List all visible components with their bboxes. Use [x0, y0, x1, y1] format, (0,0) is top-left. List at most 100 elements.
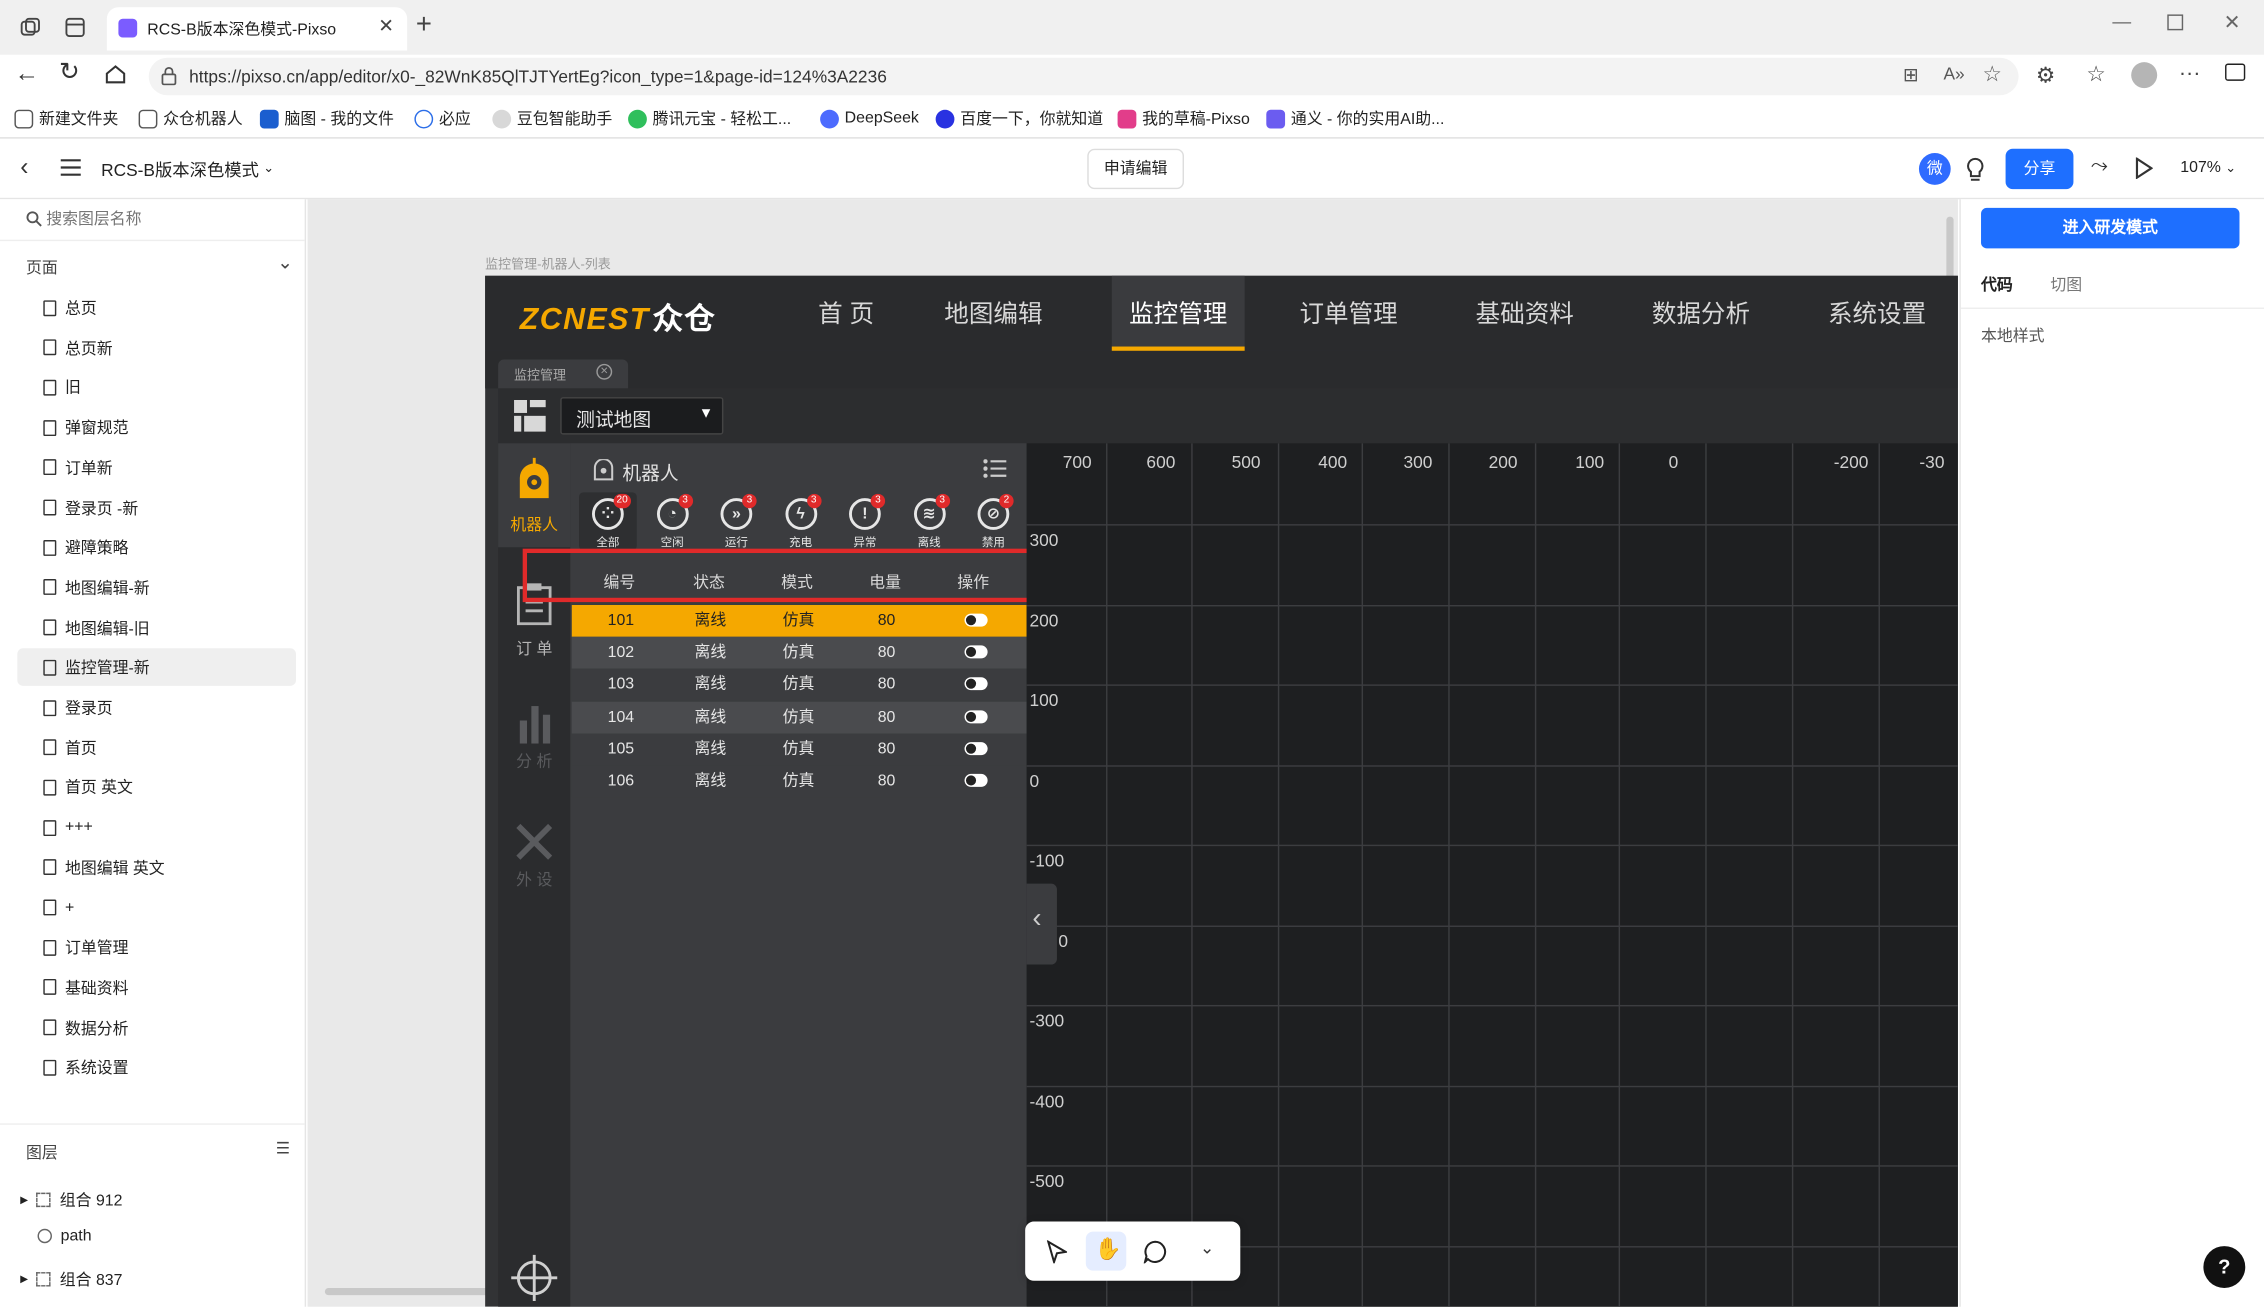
bookmark-item[interactable]: 我的草稿-Pixso	[1117, 105, 1250, 131]
page-item[interactable]: 登录页 -新	[17, 489, 296, 527]
bookmark-item[interactable]: 豆包智能助手	[492, 105, 612, 131]
help-button[interactable]: ?	[2203, 1246, 2246, 1288]
table-row[interactable]: 105 离线 仿真 80	[571, 733, 1027, 765]
locate-icon[interactable]	[511, 1254, 558, 1301]
bookmark-item[interactable]: DeepSeek	[820, 105, 919, 131]
filter-disabled[interactable]: ⊘ 2 禁用	[965, 492, 1023, 550]
favorite-star-icon[interactable]: ☆	[1982, 61, 2001, 87]
page-item[interactable]: 登录页	[17, 689, 296, 727]
tab-actions-icon[interactable]	[65, 17, 85, 38]
back-icon[interactable]: ‹	[20, 153, 28, 182]
expand-arrow-icon[interactable]: ▶	[20, 1274, 28, 1285]
table-row[interactable]: 104 离线 仿真 80	[571, 701, 1027, 733]
page-item[interactable]: 地图编辑-新	[17, 569, 296, 607]
tools-icon[interactable]	[514, 822, 554, 862]
filter-offline[interactable]: ≋ 3 离线	[900, 492, 958, 550]
back-icon[interactable]: ←	[14, 59, 39, 88]
filter-error[interactable]: ! 3 异常	[836, 492, 894, 550]
new-tab-icon[interactable]: +	[416, 10, 432, 42]
profile-avatar[interactable]	[2131, 62, 2158, 89]
filter-all[interactable]: ⁘ 20 全部	[579, 492, 637, 551]
workspaces-icon[interactable]	[20, 17, 40, 37]
page-item[interactable]: 避障策略	[17, 529, 296, 567]
table-row[interactable]: 103 离线 仿真 80	[571, 669, 1027, 701]
enable-toggle[interactable]	[964, 613, 988, 627]
page-item[interactable]: 订单新	[17, 449, 296, 487]
bookmark-item[interactable]: 新建文件夹	[14, 105, 118, 131]
tab-slices[interactable]: 切图	[2050, 273, 2082, 296]
lightbulb-icon[interactable]	[1965, 157, 1985, 182]
file-name[interactable]: RCS-B版本深色模式 ⌄	[101, 157, 274, 182]
page-item[interactable]: +	[17, 889, 296, 927]
layer-search-input[interactable]	[46, 206, 292, 233]
bookmark-item[interactable]: 脑图 - 我的文件	[259, 105, 394, 131]
home-icon[interactable]	[104, 64, 127, 86]
bookmark-item[interactable]: 百度一下，你就知道	[935, 105, 1103, 131]
layer-row[interactable]: path	[37, 1227, 92, 1245]
extensions-icon[interactable]: ⚙	[2036, 62, 2055, 89]
page-item[interactable]: 数据分析	[17, 1009, 296, 1047]
nav-map-edit[interactable]: 地图编辑	[941, 276, 1045, 351]
side-menu-label[interactable]: 订 单	[498, 637, 570, 660]
more-menu-icon[interactable]: ···	[2179, 61, 2201, 86]
layer-sort-icon[interactable]: ☰	[276, 1139, 290, 1158]
enable-toggle[interactable]	[964, 709, 988, 723]
favorites-icon[interactable]: ☆	[2086, 61, 2105, 87]
expand-arrow-icon[interactable]: ▶	[20, 1194, 28, 1206]
page-item[interactable]: +++	[17, 809, 296, 847]
page-item[interactable]: 订单管理	[17, 929, 296, 967]
tab-code[interactable]: 代码	[1981, 273, 2013, 296]
page-item[interactable]: 地图编辑 英文	[17, 849, 296, 887]
more-tools-icon[interactable]: ⌄	[1200, 1237, 1215, 1257]
filter-running[interactable]: » 3 运行	[708, 492, 766, 550]
filter-charging[interactable]: ϟ 3 充电	[772, 492, 830, 550]
map-select[interactable]: 测试地图 ▼	[560, 397, 724, 435]
dev-mode-button[interactable]: 进入研发模式	[1981, 207, 2240, 249]
nav-orders[interactable]: 订单管理	[1297, 276, 1401, 351]
minimize-icon[interactable]: —	[2112, 10, 2131, 32]
nav-monitor[interactable]: 监控管理	[1111, 275, 1245, 351]
enable-toggle[interactable]	[964, 741, 988, 755]
browser-tab-active[interactable]: RCS-B版本深色模式-Pixso ✕	[106, 7, 408, 51]
enable-toggle[interactable]	[964, 773, 988, 787]
nav-home[interactable]: 首 页	[809, 276, 884, 351]
filter-idle[interactable]: ◔ 3 空闲	[643, 492, 701, 550]
list-view-icon[interactable]	[983, 459, 1007, 478]
nav-data-analysis[interactable]: 数据分析	[1649, 276, 1753, 351]
bookmark-item[interactable]: 腾讯元宝 - 轻松工...	[628, 105, 791, 131]
url-field[interactable]: https://pixso.cn/app/editor/x0-_82WnK85Q…	[148, 57, 2019, 96]
table-row[interactable]: 102 离线 仿真 80	[571, 637, 1027, 669]
side-menu-robot[interactable]: 机器人	[498, 443, 571, 548]
sidebar-toggle-icon[interactable]	[2225, 63, 2246, 81]
analysis-icon[interactable]	[517, 703, 555, 744]
page-item[interactable]: 基础资料	[17, 969, 296, 1007]
play-icon[interactable]	[2134, 157, 2153, 180]
share-button[interactable]: 分享	[2005, 148, 2074, 190]
page-item[interactable]: 总页新	[17, 329, 296, 367]
design-frame[interactable]: ZCNEST 众仓 首 页 地图编辑 监控管理 订单管理 基础资料 数据分析 系统…	[485, 275, 1958, 1307]
table-row[interactable]: 106 离线 仿真 80	[571, 765, 1027, 798]
map-layout-icon[interactable]	[514, 399, 546, 432]
nav-settings[interactable]: 系统设置	[1825, 276, 1929, 351]
zoom-control[interactable]: 107% ⌄	[2180, 159, 2236, 176]
main-menu-icon[interactable]	[60, 159, 81, 176]
page-item[interactable]: 弹窗规范	[17, 409, 296, 447]
bookmark-item[interactable]: 必应	[414, 105, 471, 131]
close-window-icon[interactable]: ✕	[2224, 10, 2241, 35]
page-item[interactable]: 总页	[17, 289, 296, 327]
side-menu-label[interactable]: 分 析	[498, 749, 570, 772]
collapse-panel-handle[interactable]: ‹	[1026, 883, 1057, 965]
close-tab-icon[interactable]: ✕	[596, 363, 613, 380]
request-edit-button[interactable]: 申请编辑	[1087, 148, 1184, 190]
page-item[interactable]: 地图编辑-旧	[17, 609, 296, 647]
frame-label[interactable]: 监控管理-机器人-列表	[485, 254, 611, 273]
nav-basic-data[interactable]: 基础资料	[1473, 276, 1577, 351]
page-item[interactable]: 系统设置	[17, 1049, 296, 1087]
map-grid-area[interactable]: 700 600 500 400 300 200 100 0 -200 -30 300 200 100 0 -…	[1026, 443, 1958, 1307]
move-tool-icon[interactable]	[1046, 1240, 1068, 1264]
comment-icon[interactable]	[1143, 1240, 1167, 1264]
enable-toggle[interactable]	[964, 677, 988, 691]
table-row[interactable]: 101 离线 仿真 80	[571, 604, 1027, 637]
hand-tool-button[interactable]: ✋	[1085, 1231, 1127, 1271]
enable-toggle[interactable]	[964, 645, 988, 659]
